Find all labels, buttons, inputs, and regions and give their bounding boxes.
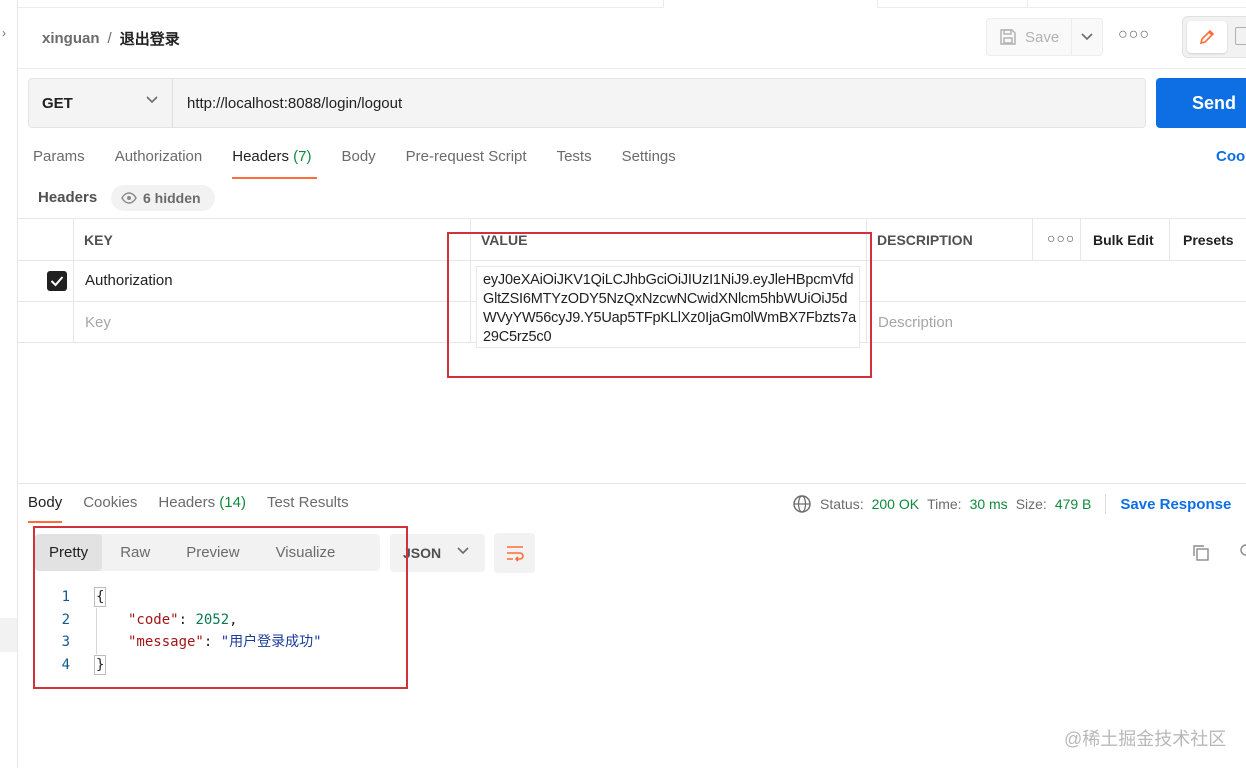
save-label: Save <box>1025 28 1060 46</box>
tab-body[interactable]: Body <box>341 148 375 179</box>
annotation-box-value <box>447 232 872 378</box>
save-button[interactable]: Save <box>986 18 1072 56</box>
hidden-headers-count: 6 hidden <box>143 190 201 206</box>
response-tab-headers-label: Headers <box>158 494 216 511</box>
tab-prerequest-script[interactable]: Pre-request Script <box>406 148 527 179</box>
status-value[interactable]: 200 OK <box>872 496 919 512</box>
copy-icon[interactable] <box>1192 544 1210 562</box>
url-value: http://localhost:8088/login/logout <box>187 94 403 112</box>
wrap-lines-icon <box>506 546 524 562</box>
chevron-down-icon <box>146 96 158 104</box>
status-separator <box>1105 494 1107 514</box>
response-divider <box>18 483 1246 484</box>
headers-section-label: Headers <box>38 189 98 206</box>
size-label: Size: <box>1015 496 1047 512</box>
header-key-authorization[interactable]: Authorization <box>85 272 173 289</box>
request-tabs: Params Authorization Headers (7) Body Pr… <box>33 148 706 179</box>
request-name[interactable]: 退出登录 <box>120 28 180 49</box>
checkmark-icon <box>50 276 64 287</box>
active-request-tab[interactable] <box>663 0 878 8</box>
tab-headers-label: Headers <box>232 148 289 165</box>
collapse-arrow-icon[interactable]: › <box>2 26 6 40</box>
response-format-value: JSON <box>403 545 442 561</box>
status-label: Status: <box>820 496 864 512</box>
column-description: DESCRIPTION <box>877 232 973 248</box>
tab-headers-count: (7) <box>293 148 312 165</box>
url-input[interactable]: http://localhost:8088/login/logout <box>172 78 1146 128</box>
response-tabs: Body Cookies Headers (14) Test Results <box>28 494 370 523</box>
cookies-link[interactable]: Coo <box>1216 148 1245 165</box>
size-value[interactable]: 479 B <box>1055 496 1092 512</box>
response-tab-body[interactable]: Body <box>28 494 63 523</box>
annotation-box-response <box>33 526 408 689</box>
header-divider <box>18 68 1246 69</box>
tab-authorization[interactable]: Authorization <box>115 148 203 179</box>
eye-icon <box>121 192 137 204</box>
wrap-lines-button[interactable] <box>494 533 535 573</box>
tab-headers[interactable]: Headers (7) <box>232 148 318 179</box>
sidebar-selection-marker <box>0 618 17 652</box>
tab-settings[interactable]: Settings <box>622 148 676 179</box>
send-button[interactable]: Send <box>1156 78 1246 128</box>
presets-button[interactable]: Presets <box>1183 232 1234 248</box>
save-options-button[interactable] <box>1071 18 1103 56</box>
time-value[interactable]: 30 ms <box>970 496 1008 512</box>
http-method-value: GET <box>42 94 73 112</box>
header-enabled-checkbox[interactable] <box>47 271 67 291</box>
tab-params[interactable]: Params <box>33 148 85 179</box>
search-icon[interactable] <box>1238 543 1246 559</box>
hidden-headers-toggle[interactable]: 6 hidden <box>111 185 215 211</box>
view-mode-toggle <box>1182 16 1246 58</box>
top-tab-strip <box>18 0 1246 8</box>
http-method-select[interactable]: GET <box>28 78 173 128</box>
breadcrumb-workspace[interactable]: xinguan <box>42 30 100 47</box>
edit-mode-button[interactable] <box>1187 21 1227 53</box>
bulk-edit-button[interactable]: Bulk Edit <box>1093 232 1154 248</box>
chevron-down-icon <box>1081 33 1093 41</box>
response-tab-headers-count: (14) <box>219 494 246 511</box>
request-tab[interactable] <box>878 0 1028 8</box>
response-tab-test-results[interactable]: Test Results <box>267 494 349 523</box>
chevron-down-icon <box>457 547 469 555</box>
response-status-bar: Status: 200 OK Time: 30 ms Size: 479 B S… <box>792 494 1231 514</box>
more-options-icon[interactable]: ○○○ <box>1118 26 1149 48</box>
column-key: KEY <box>84 232 113 248</box>
new-key-input[interactable]: Key <box>85 314 111 331</box>
breadcrumb: xinguan / 退出登录 <box>42 28 180 49</box>
breadcrumb-separator: / <box>107 30 112 47</box>
pencil-icon <box>1199 29 1215 45</box>
documentation-icon[interactable] <box>1235 27 1246 45</box>
globe-icon[interactable] <box>792 494 812 514</box>
left-sidebar-rail: › <box>0 0 18 768</box>
response-tab-cookies[interactable]: Cookies <box>83 494 137 523</box>
tab-tests[interactable]: Tests <box>557 148 592 179</box>
watermark: @稀土掘金技术社区 <box>1064 729 1227 749</box>
response-tab-headers[interactable]: Headers (14) <box>158 494 246 523</box>
time-label: Time: <box>927 496 962 512</box>
save-icon <box>1000 29 1016 45</box>
column-options-icon[interactable]: ○○○ <box>1047 230 1075 246</box>
save-response-button[interactable]: Save Response <box>1120 496 1231 513</box>
new-description-input[interactable]: Description <box>878 314 953 331</box>
